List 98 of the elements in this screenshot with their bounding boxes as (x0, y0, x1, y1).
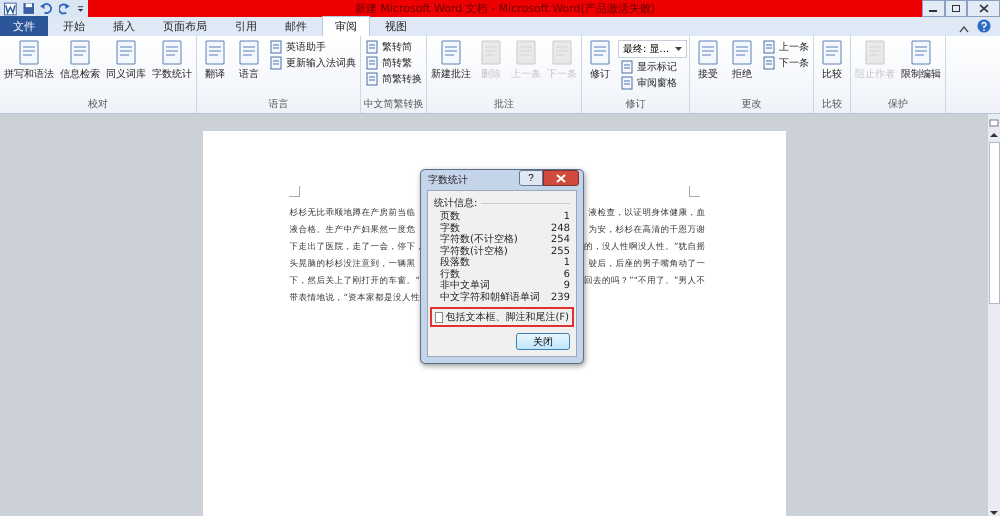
collapse-ribbon-icon[interactable] (959, 25, 969, 33)
ribbon-button[interactable]: 拼写和语法 (2, 39, 56, 82)
dialog-title: 字数统计 (428, 174, 468, 187)
ribbon-button[interactable]: 比较 (816, 39, 848, 82)
ruler-icon[interactable] (989, 118, 999, 128)
ribbon-button[interactable]: 字数统计 (150, 39, 194, 82)
stat-label: 字数 (440, 222, 460, 234)
group-label: 中文简繁转换 (363, 98, 424, 112)
help-icon[interactable] (977, 19, 991, 33)
group-label: 保护 (887, 98, 910, 112)
stat-value: 1 (564, 257, 570, 268)
ribbon-button[interactable]: 修订 (584, 39, 616, 82)
document-icon (365, 56, 379, 70)
ribbon-tab[interactable]: 引用 (222, 16, 270, 36)
close-icon (978, 4, 989, 13)
close-button[interactable] (967, 0, 1000, 17)
caret-icon (675, 47, 682, 51)
group-label: 更改 (740, 98, 763, 112)
ribbon-button[interactable]: 显示标记 (618, 60, 688, 74)
document-text: 液检查，以证明身体健康，血 (588, 207, 706, 220)
ribbon-tab[interactable]: 插入 (100, 16, 148, 36)
ribbon-button[interactable]: 拒绝 (726, 39, 758, 82)
document-icon (762, 56, 776, 70)
group-label: 修订 (624, 98, 647, 112)
stat-value: 255 (550, 246, 570, 257)
document-text: 下，然后关上了刚打开的车窗。“ (290, 274, 420, 288)
ribbon-tab[interactable]: 审阅 (322, 16, 370, 36)
maximize-icon (950, 4, 961, 13)
document-text: 液合格。生产中产妇果然一度危 (290, 224, 416, 237)
help-button[interactable]: ? (519, 170, 543, 186)
stat-label: 字符数(计空格) (440, 246, 508, 256)
ribbon-tab[interactable]: 页面布局 (150, 16, 220, 36)
document-text: 带表情地说，“资本家都是没人性 (290, 292, 420, 305)
ribbon-button[interactable]: 简转繁 (363, 56, 424, 70)
close-dialog-button[interactable]: 关闭 (516, 333, 570, 350)
document-text: 驶后，后座的男子嘴角动了一 (588, 258, 706, 271)
maximize-button[interactable] (944, 0, 968, 17)
save-icon[interactable] (22, 2, 34, 15)
stat-label: 字符数(不计空格) (440, 234, 518, 246)
ribbon-button[interactable]: 语言 (233, 39, 265, 82)
stat-value: 254 (550, 234, 570, 246)
document-text: 的，没人性啊没人性。”犹自摇 (584, 241, 706, 254)
scroll-thumb[interactable] (988, 142, 1000, 304)
document-text: 杉杉无比乖顺地蹲在产房前当临 (290, 206, 416, 220)
document-text: 为安，杉杉在高清的千恩万谢 (588, 224, 706, 237)
stat-label: 行数 (440, 268, 460, 280)
ribbon-tab[interactable]: 邮件 (272, 16, 320, 36)
ribbon-button[interactable]: 审阅窗格 (618, 76, 688, 90)
ribbon-button[interactable]: 限制编辑 (899, 39, 944, 82)
stat-label: 段落数 (440, 257, 470, 268)
stat-label: 中文字符和朝鲜语单词 (440, 292, 540, 303)
ribbon-button[interactable]: 下一条 (760, 56, 812, 70)
include-checkbox[interactable]: 包括文本框、脚注和尾注(F) (435, 310, 569, 324)
scroll-up-icon[interactable] (990, 132, 998, 138)
ribbon-button[interactable]: 信息检索 (58, 39, 102, 82)
stat-value: 248 (550, 222, 570, 234)
window-title: 新建 Microsoft Word 文档 - Microsoft Word(产品激活失败) (354, 1, 656, 16)
stat-label: 页数 (440, 211, 460, 222)
document-icon (762, 40, 776, 54)
ribbon-button[interactable]: 新建批注 (429, 39, 473, 82)
group-label: 语言 (268, 98, 290, 112)
ribbon-button[interactable]: 接受 (692, 39, 724, 82)
ribbon-button[interactable]: 翻译 (199, 39, 231, 82)
redo-icon[interactable] (59, 2, 71, 15)
scroll-down-icon[interactable] (990, 510, 998, 516)
close-icon (556, 174, 566, 182)
ribbon-tab[interactable]: 开始 (50, 16, 98, 36)
ribbon-button[interactable]: 更新输入法词典 (267, 56, 358, 70)
close-button[interactable] (543, 170, 579, 186)
document-icon (269, 40, 283, 54)
markup-dropdown[interactable]: 最终: 显... (618, 40, 688, 58)
ribbon-button[interactable]: 简繁转换 (363, 72, 424, 86)
stat-value: 239 (550, 292, 570, 303)
group-label: 校对 (87, 98, 109, 112)
section-label: 统计信息: (434, 196, 478, 210)
undo-icon[interactable] (40, 2, 54, 15)
ribbon-button[interactable]: 上一条 (760, 40, 812, 54)
stat-value: 6 (564, 268, 570, 280)
stat-value: 1 (564, 211, 570, 222)
group-label: 比较 (821, 98, 844, 112)
ribbon-button[interactable]: 繁转简 (363, 40, 424, 54)
document-text: 头晃脑的杉杉没注意到，一辆黑 (290, 258, 416, 271)
document-icon (365, 72, 379, 86)
document-text: 回去的吗？”“不用了。”男人不 (584, 275, 706, 288)
ribbon-tab[interactable]: 文件 (0, 16, 48, 36)
document-icon (269, 56, 283, 70)
group-label: 批注 (493, 98, 515, 112)
word-logo-icon (4, 2, 17, 16)
ribbon-button[interactable]: 英语助手 (267, 40, 358, 54)
ribbon-button[interactable]: 同义词库 (104, 39, 148, 82)
vertical-scrollbar[interactable] (988, 114, 1000, 516)
stat-value: 9 (564, 280, 570, 292)
document-icon (620, 76, 634, 90)
stat-label: 非中文单词 (440, 280, 490, 292)
document-icon (620, 60, 634, 74)
ribbon-tab[interactable]: 视图 (372, 16, 420, 36)
document-icon (365, 40, 379, 54)
minimize-button[interactable] (922, 0, 945, 17)
